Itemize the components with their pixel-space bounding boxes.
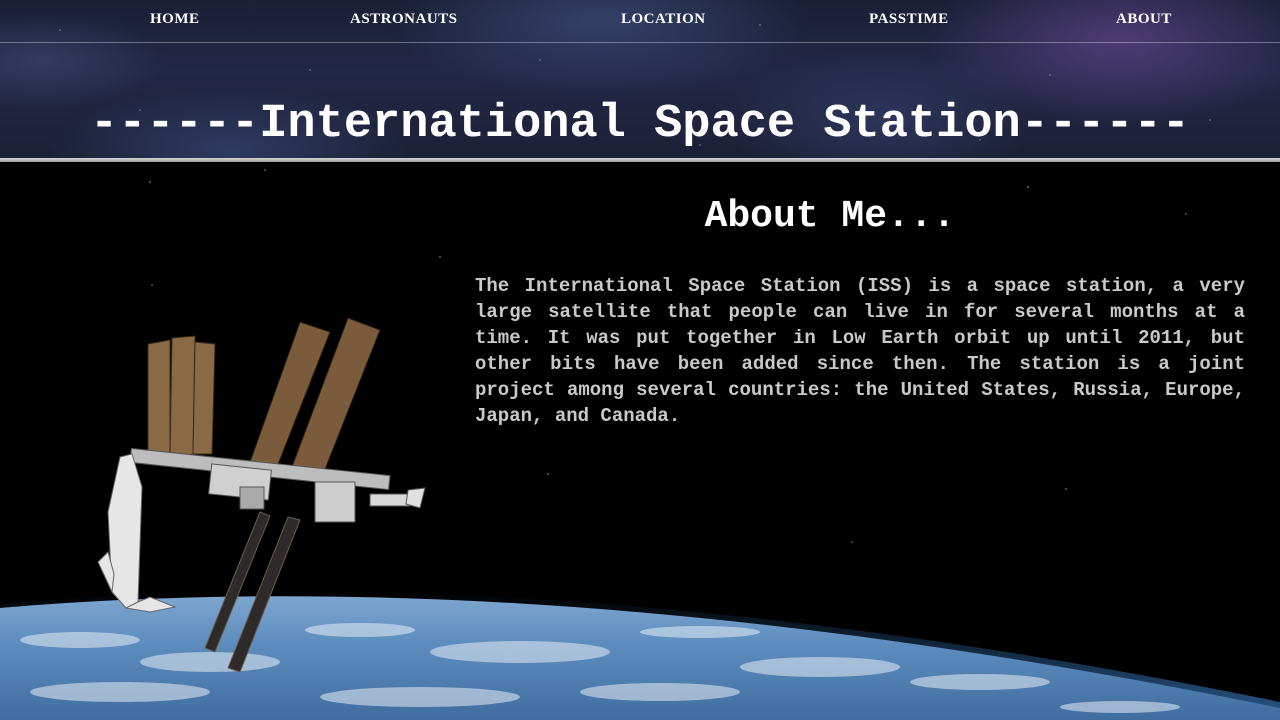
header-banner: HOME ASTRONAUTS LOCATION PASSTIME ABOUT … — [0, 0, 1280, 158]
site-title: ------International Space Station------ — [90, 98, 1190, 152]
solar-array-right — [249, 317, 381, 483]
lower-arrays — [204, 511, 301, 673]
about-heading: About Me... — [704, 195, 956, 238]
solar-array-left — [147, 335, 216, 461]
nav-item-passtime[interactable]: PASSTIME — [869, 11, 949, 28]
main-content: About Me... The International Space Stat… — [0, 162, 1280, 720]
nav-item-astronauts[interactable]: ASTRONAUTS — [350, 11, 458, 28]
nav-item-home[interactable]: HOME — [150, 11, 200, 28]
main-nav: HOME ASTRONAUTS LOCATION PASSTIME ABOUT — [0, 0, 1280, 43]
nav-item-location[interactable]: LOCATION — [621, 11, 706, 28]
nav-item-about[interactable]: ABOUT — [1116, 11, 1172, 28]
about-paragraph: The International Space Station (ISS) is… — [475, 275, 1245, 427]
space-shuttle — [97, 453, 177, 613]
iss-image — [97, 317, 426, 673]
